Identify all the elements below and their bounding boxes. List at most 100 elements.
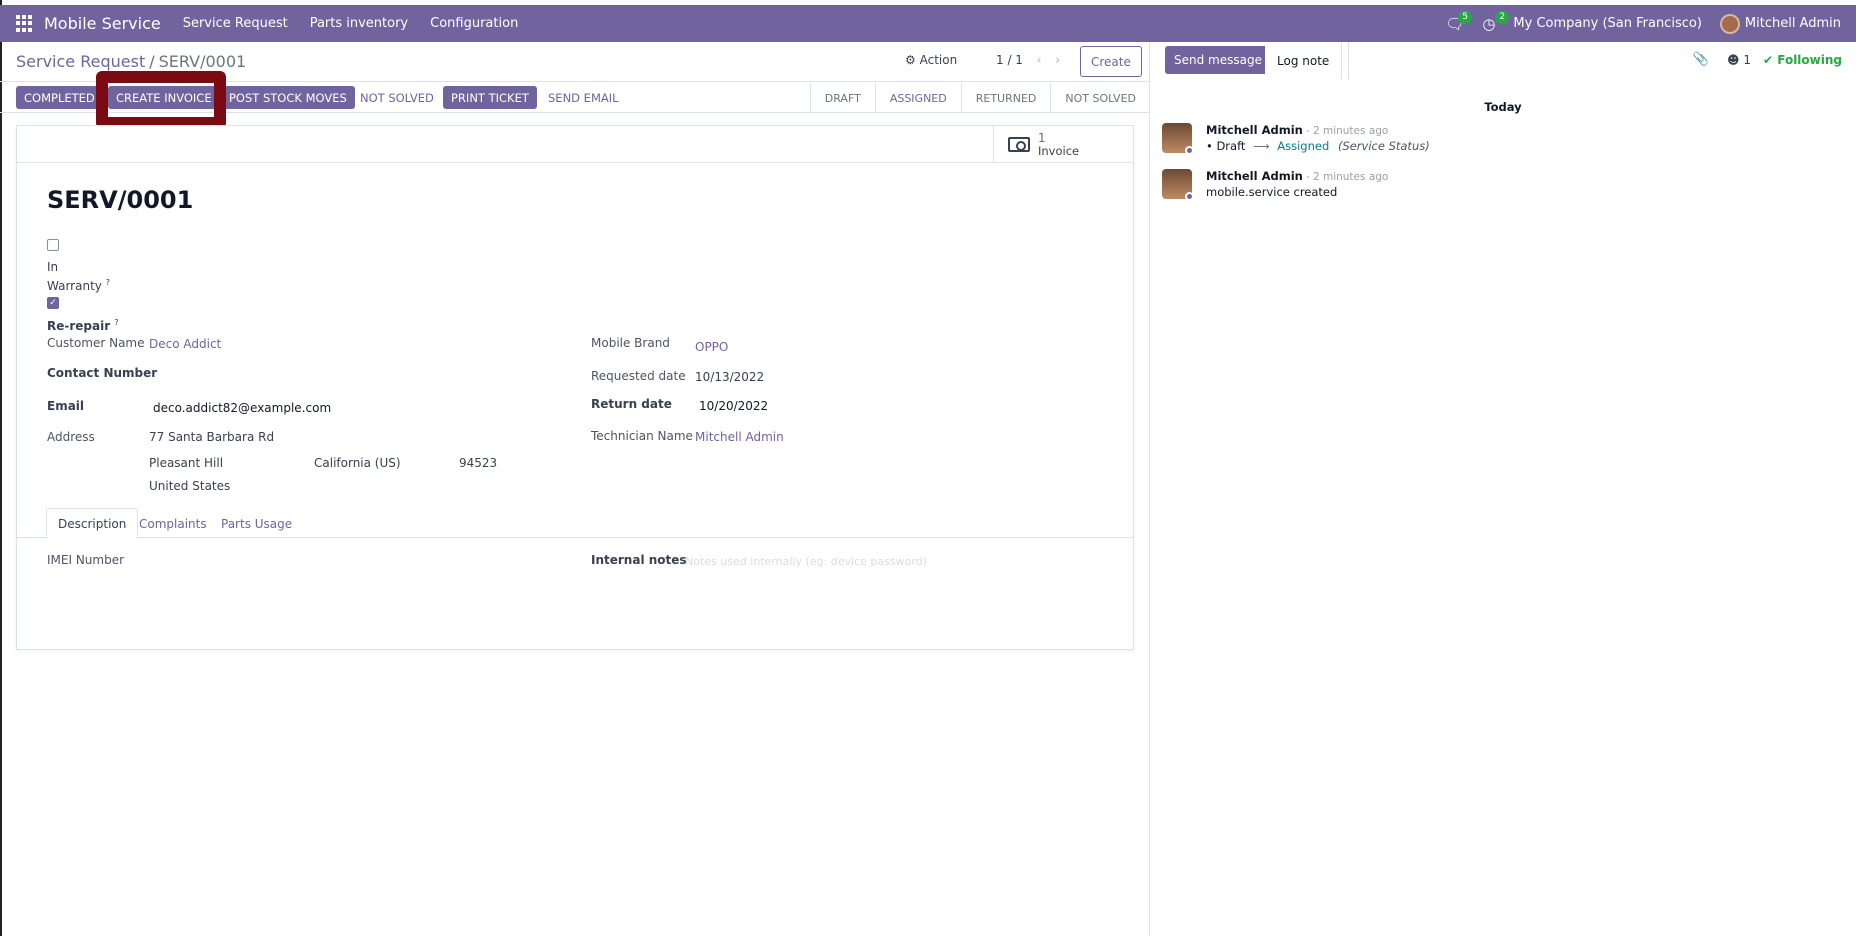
button-box: 1 Invoice	[17, 126, 1133, 163]
app-brand[interactable]: Mobile Service	[44, 14, 161, 33]
breadcrumb-parent[interactable]: Service Request	[16, 52, 145, 71]
re-repair-label: Re-repair ?	[47, 318, 119, 333]
not-solved-button[interactable]: NOT SOLVED	[352, 86, 442, 109]
breadcrumb: Service Request / SERV/0001	[16, 52, 247, 71]
record-title: SERV/0001	[47, 186, 194, 214]
paperclip-icon[interactable]: 📎	[1693, 52, 1709, 67]
log-note-button[interactable]: Log note	[1265, 42, 1343, 79]
contact-label: Contact Number	[47, 366, 158, 380]
tracking-old-value: Draft	[1216, 139, 1246, 153]
in-warranty-checkbox[interactable]	[47, 239, 59, 251]
form-sheet: 1 Invoice SERV/0001 In Warranty ? ✓ Re-r…	[16, 125, 1134, 650]
stage-returned[interactable]: RETURNED	[960, 83, 1051, 113]
stage-pipeline: DRAFT ASSIGNED RETURNED NOT SOLVED	[809, 83, 1150, 113]
post-stock-moves-button[interactable]: POST STOCK MOVES	[221, 86, 355, 109]
help-icon: ?	[114, 318, 119, 327]
message-author[interactable]: Mitchell Admin	[1206, 123, 1303, 137]
create-button[interactable]: Create	[1080, 46, 1142, 77]
return-date-field[interactable]: 10/20/2022	[699, 399, 768, 413]
city-field[interactable]: Pleasant Hill	[149, 456, 223, 470]
menu-configuration[interactable]: Configuration	[430, 16, 518, 31]
pager: 1 / 1 ‹ ›	[996, 53, 1060, 67]
chatter-panel: Send message Log note 📎 ☻ 1 ✔ Following …	[1149, 42, 1856, 936]
chatter-divider	[1348, 42, 1349, 79]
action-menu-button[interactable]: ⚙ Action	[905, 53, 957, 67]
activities-badge: 2	[1495, 10, 1510, 24]
clock-icon: ◷	[1482, 14, 1496, 33]
in-warranty-label-line1: In	[47, 260, 59, 274]
mobile-brand-label: Mobile Brand	[591, 336, 670, 350]
stage-draft[interactable]: DRAFT	[809, 83, 875, 113]
tracking-new-value: Assigned	[1277, 139, 1330, 153]
check-icon: ✔	[1762, 52, 1774, 67]
tab-complaints[interactable]: Complaints	[128, 508, 218, 539]
return-date-label: Return date	[591, 397, 672, 411]
tab-description[interactable]: Description	[46, 508, 139, 539]
chatter-message: Mitchell Admin - 2 minutes ago mobile.ser…	[1162, 169, 1842, 205]
author-avatar[interactable]	[1162, 123, 1194, 155]
gear-icon: ⚙	[905, 53, 916, 67]
email-field[interactable]: deco.addict82@example.com	[153, 401, 331, 415]
activities-button[interactable]: ◷ 2	[1482, 10, 1510, 33]
stage-assigned[interactable]: ASSIGNED	[874, 83, 961, 113]
chevron-left-icon[interactable]: ‹	[1037, 53, 1042, 67]
invoice-label: Invoice	[1038, 143, 1080, 158]
street-field[interactable]: 77 Santa Barbara Rd	[149, 430, 274, 444]
print-ticket-button[interactable]: PRINT TICKET	[443, 86, 537, 109]
top-navbar: Mobile Service Service Request Parts inv…	[0, 5, 1856, 42]
re-repair-checkbox[interactable]: ✓	[47, 297, 59, 309]
notebook-tabs: Description Complaints Parts Usage	[17, 508, 1133, 539]
user-name: Mitchell Admin	[1744, 16, 1841, 31]
breadcrumb-current: SERV/0001	[158, 52, 247, 71]
chatter-message: Mitchell Admin - 2 minutes ago • Draft ⟶ …	[1162, 123, 1842, 159]
country-field[interactable]: United States	[149, 479, 230, 493]
internal-notes-input[interactable]: Notes used internally (eg: device passwo…	[685, 555, 927, 568]
window-edge	[0, 0, 2, 936]
message-body: mobile.service created	[1206, 185, 1338, 199]
arrow-right-icon: ⟶	[1253, 139, 1270, 153]
imei-label: IMEI Number	[47, 553, 125, 567]
chatter-topbar: Send message Log note 📎 ☻ 1 ✔ Following	[1150, 42, 1856, 82]
status-bar: COMPLETED CREATE INVOICE POST STOCK MOVE…	[0, 83, 1150, 113]
control-panel: Service Request / SERV/0001 ⚙ Action 1 / 1…	[0, 42, 1150, 82]
message-time: - 2 minutes ago	[1305, 171, 1389, 183]
author-avatar[interactable]	[1162, 169, 1194, 201]
customer-field[interactable]: Deco Addict	[149, 337, 221, 351]
create-invoice-button[interactable]: CREATE INVOICE	[108, 86, 220, 109]
state-field[interactable]: California (US)	[314, 456, 401, 470]
mobile-brand-field[interactable]: OPPO	[695, 340, 728, 354]
tracking-field-name: (Service Status)	[1337, 139, 1430, 153]
requested-date-field[interactable]: 10/13/2022	[695, 370, 764, 384]
user-menu[interactable]: Mitchell Admin	[1719, 13, 1841, 34]
bullet-icon: •	[1206, 139, 1213, 153]
menu-parts-inventory[interactable]: Parts inventory	[310, 16, 408, 31]
user-avatar	[1719, 13, 1740, 34]
messages-button[interactable]: 🗨 5	[1445, 10, 1473, 33]
status-dot-icon	[1185, 146, 1194, 155]
messages-badge: 5	[1458, 10, 1473, 24]
person-icon: ☻	[1727, 52, 1740, 67]
status-dot-icon	[1185, 192, 1194, 201]
stage-not-solved[interactable]: NOT SOLVED	[1050, 83, 1150, 113]
send-message-button[interactable]: Send message	[1165, 46, 1271, 74]
followers-button[interactable]: ☻ 1	[1727, 53, 1751, 67]
invoice-smart-button[interactable]: 1 Invoice	[993, 126, 1133, 163]
completed-button[interactable]: COMPLETED	[16, 86, 103, 109]
pager-value[interactable]: 1 / 1	[996, 53, 1023, 67]
date-separator: Today	[1484, 100, 1522, 114]
message-author[interactable]: Mitchell Admin	[1206, 169, 1303, 183]
following-button[interactable]: ✔ Following	[1763, 53, 1842, 67]
in-warranty-label: Warranty ?	[47, 278, 110, 293]
menu-service-request[interactable]: Service Request	[183, 16, 288, 31]
send-email-button[interactable]: SEND EMAIL	[540, 86, 627, 109]
tab-parts-usage[interactable]: Parts Usage	[210, 508, 303, 539]
apps-menu-icon[interactable]	[16, 14, 34, 33]
technician-field[interactable]: Mitchell Admin	[695, 430, 784, 444]
address-label: Address	[47, 430, 95, 444]
technician-label: Technician Name	[591, 429, 693, 443]
requested-date-label: Requested date	[591, 369, 686, 383]
help-icon: ?	[105, 278, 110, 287]
company-switcher[interactable]: My Company (San Francisco)	[1513, 16, 1701, 31]
chevron-right-icon[interactable]: ›	[1055, 53, 1060, 67]
zip-field[interactable]: 94523	[459, 456, 497, 470]
